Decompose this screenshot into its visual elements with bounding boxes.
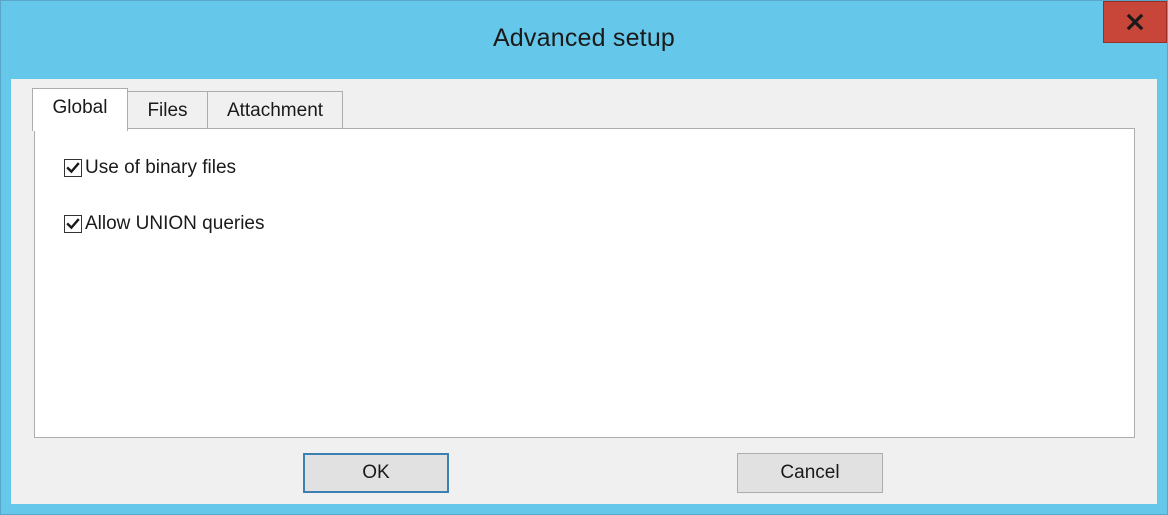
- union-queries-option[interactable]: Allow UNION queries: [64, 213, 265, 235]
- ok-button[interactable]: OK: [303, 453, 449, 493]
- cancel-button[interactable]: Cancel: [737, 453, 883, 493]
- union-queries-label: Allow UNION queries: [85, 213, 265, 234]
- tab-strip: Global Files Attachment: [11, 79, 1157, 131]
- dialog-body: Global Files Attachment Use of binary fi…: [11, 79, 1157, 504]
- global-tab-panel: Use of binary files Allow UNION queries: [34, 128, 1135, 438]
- title-bar[interactable]: Advanced setup: [1, 1, 1167, 79]
- union-queries-checkbox[interactable]: [64, 215, 82, 233]
- checkmark-icon: [66, 218, 80, 230]
- dialog-title: Advanced setup: [492, 24, 676, 52]
- binary-files-checkbox[interactable]: [64, 159, 82, 177]
- checkmark-icon: [66, 162, 80, 174]
- binary-files-option[interactable]: Use of binary files: [64, 157, 236, 179]
- close-button[interactable]: [1103, 1, 1167, 43]
- tab-attachment[interactable]: Attachment: [207, 91, 343, 129]
- advanced-setup-dialog: Advanced setup Global Files Attachment U…: [0, 0, 1168, 515]
- tab-files[interactable]: Files: [127, 91, 208, 129]
- close-icon: [1126, 13, 1144, 31]
- binary-files-label: Use of binary files: [85, 157, 237, 178]
- tab-global[interactable]: Global: [32, 88, 128, 131]
